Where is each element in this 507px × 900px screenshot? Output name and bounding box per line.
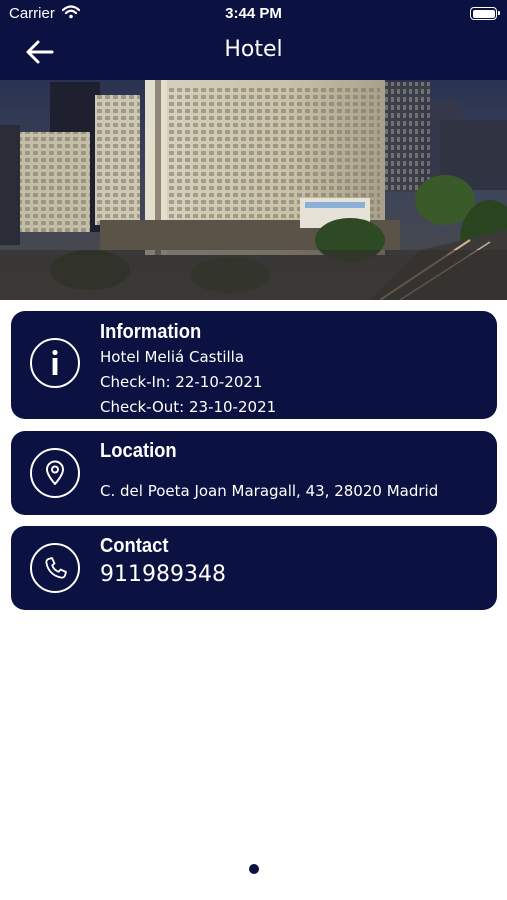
hotel-photo	[0, 80, 507, 300]
app-header: Carrier 3:44 PM Hotel	[0, 0, 507, 80]
check-out-date: Check-Out: 23-10-2021	[100, 398, 277, 416]
location-title: Location	[100, 440, 177, 462]
page-title: Hotel	[224, 37, 283, 62]
information-title: Information	[100, 321, 202, 343]
page-indicator-dot	[249, 864, 259, 874]
information-card: Information Hotel Meliá Castilla Check-I…	[11, 311, 497, 419]
status-bar: Carrier 3:44 PM	[0, 0, 507, 28]
battery-icon	[470, 7, 500, 20]
phone-number[interactable]: 911989348	[100, 562, 226, 587]
phone-icon	[30, 543, 80, 593]
contact-title: Contact	[100, 535, 169, 557]
check-in-date: Check-In: 22-10-2021	[100, 373, 263, 391]
hotel-address: C. del Poeta Joan Maragall, 43, 28020 Ma…	[100, 482, 439, 500]
contact-card[interactable]: Contact 911989348	[11, 526, 497, 610]
hotel-name: Hotel Meliá Castilla	[100, 348, 245, 366]
info-icon	[30, 338, 80, 388]
location-pin-icon	[30, 448, 80, 498]
clock: 3:44 PM	[225, 5, 282, 22]
location-card[interactable]: Location C. del Poeta Joan Maragall, 43,…	[11, 431, 497, 515]
